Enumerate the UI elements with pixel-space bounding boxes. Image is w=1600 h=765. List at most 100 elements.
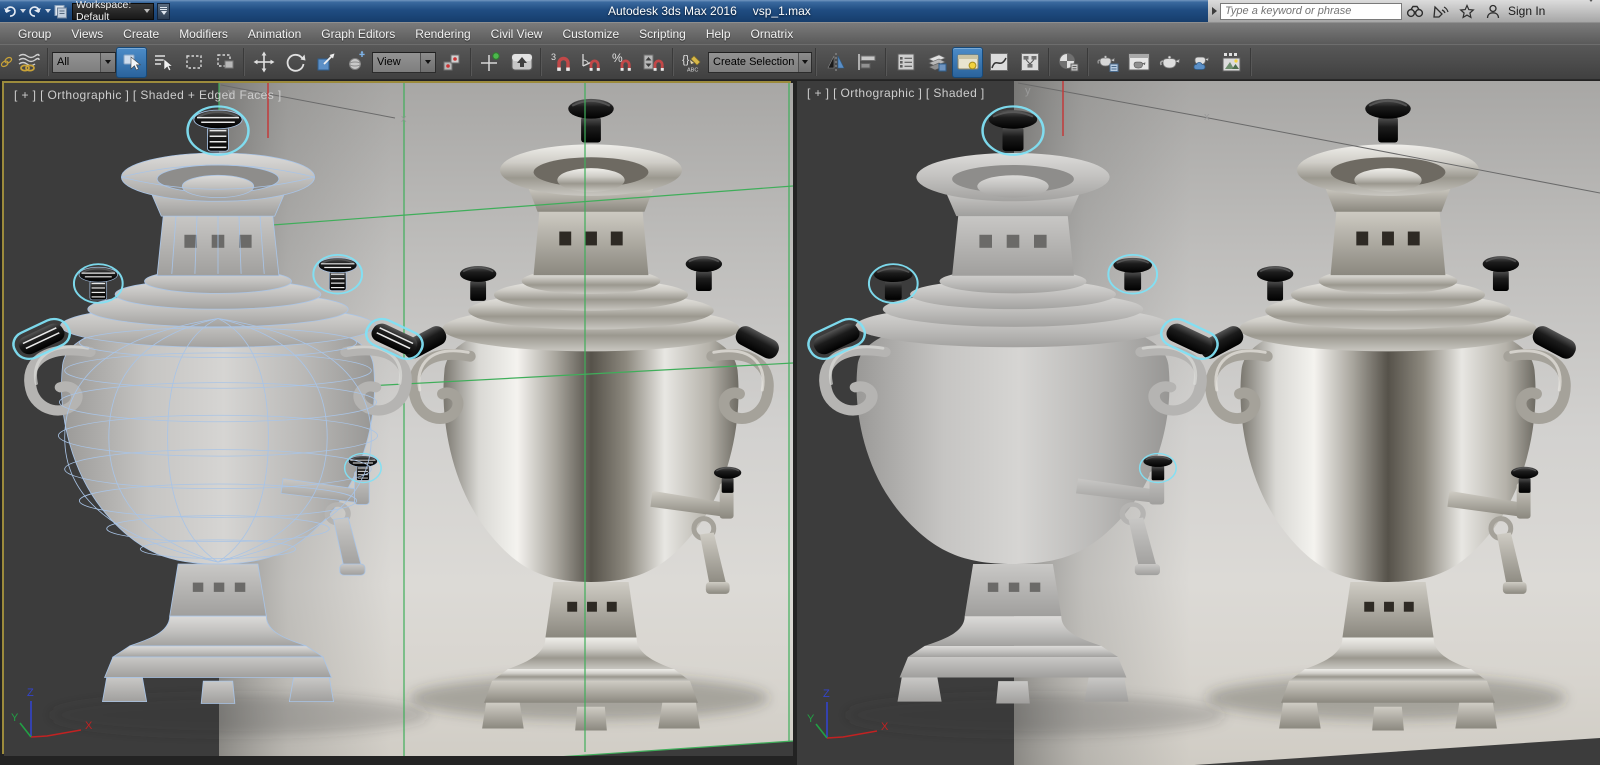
chevron-down-icon: [45, 9, 51, 13]
redo-dropdown[interactable]: [43, 2, 52, 20]
render-setup-button[interactable]: [1092, 47, 1123, 78]
snap-3d-magnet-icon: 3: [549, 51, 573, 73]
render-production-button[interactable]: [1154, 47, 1185, 78]
redo-icon: [28, 4, 42, 18]
use-pivot-point-center-button[interactable]: [436, 47, 467, 78]
move-icon: [253, 51, 275, 73]
select-and-move-button[interactable]: [248, 47, 279, 78]
search-button[interactable]: [1402, 0, 1428, 22]
select-object-button[interactable]: [116, 47, 147, 78]
link-icon: [0, 51, 13, 73]
render-in-cloud-button[interactable]: [1185, 47, 1216, 78]
viewport-right-orthographic[interactable]: y x Z X Y [ + ] [ Orthographic ] [ Shade…: [797, 81, 1600, 765]
toolbar-separator: [1048, 48, 1050, 76]
quick-access-customize-button[interactable]: [157, 3, 170, 20]
select-and-place-button[interactable]: [341, 47, 372, 78]
select-object-icon: [121, 51, 143, 73]
menu-customize[interactable]: Customize: [552, 23, 629, 45]
mirror-button[interactable]: [820, 47, 851, 78]
menu-rendering[interactable]: Rendering: [405, 23, 480, 45]
sign-in-button[interactable]: [1480, 0, 1506, 22]
spinner-snap-button[interactable]: [638, 47, 669, 78]
keyboard-shortcut-override-button[interactable]: [506, 47, 537, 78]
angle-snap-button[interactable]: [576, 47, 607, 78]
menu-animation[interactable]: Animation: [238, 23, 311, 45]
quick-access-toolbar: Workspace: Default: [2, 1, 170, 21]
communication-center-button[interactable]: [1428, 0, 1454, 22]
workspace-select[interactable]: Workspace: Default: [72, 3, 154, 20]
manage-layers-button[interactable]: [890, 47, 921, 78]
title-bar: Workspace: Default Autodesk 3ds Max 2016…: [0, 0, 1600, 22]
render-setup-teapot-icon: [1096, 51, 1120, 73]
file-name: vsp_1.max: [753, 4, 811, 18]
edit-named-selection-sets-button[interactable]: {}ABC: [677, 47, 708, 78]
arrow-right-icon: [1212, 7, 1217, 15]
undo-dropdown[interactable]: [18, 2, 27, 20]
menu-help[interactable]: Help: [696, 23, 741, 45]
select-by-name-icon: [152, 51, 174, 73]
select-and-scale-button[interactable]: [310, 47, 341, 78]
layer-list-icon: [895, 51, 917, 73]
infocenter-expand-button[interactable]: [1208, 0, 1220, 22]
chevron-down-icon: [420, 53, 435, 72]
svg-text:3: 3: [551, 52, 556, 62]
render-in-cloud-icon: [1189, 51, 1213, 73]
project-folder-icon: [53, 4, 68, 19]
undo-button[interactable]: [2, 2, 18, 20]
angle-snap-icon: [580, 51, 604, 73]
sign-in-label[interactable]: Sign In: [1508, 4, 1545, 18]
rendered-frame-window-icon: [1127, 51, 1151, 73]
toolbar-separator: [47, 48, 49, 76]
menu-views[interactable]: Views: [61, 23, 113, 45]
window-crossing-toggle-button[interactable]: [209, 47, 240, 78]
select-and-place-icon: [346, 51, 368, 73]
infocenter-menu-button[interactable]: [1588, 2, 1594, 20]
search-binoculars-icon: [1406, 4, 1424, 18]
chevron-down-icon: [1588, 0, 1594, 19]
align-button[interactable]: [851, 47, 882, 78]
chevron-down-icon: [100, 53, 115, 72]
axis-y-label: y: [1025, 85, 1031, 97]
percent-snap-icon: %: [611, 51, 635, 73]
toolbar-separator: [540, 48, 542, 76]
rendered-frame-window-button[interactable]: [1123, 47, 1154, 78]
redo-button[interactable]: [27, 2, 43, 20]
chevron-down-icon: [20, 9, 26, 13]
toggle-ribbon-button[interactable]: [952, 47, 983, 78]
select-by-name-button[interactable]: [147, 47, 178, 78]
menu-create[interactable]: Create: [113, 23, 169, 45]
menu-graph-editors[interactable]: Graph Editors: [311, 23, 405, 45]
select-and-rotate-button[interactable]: [279, 47, 310, 78]
snaps-toggle-button[interactable]: 3: [545, 47, 576, 78]
material-editor-button[interactable]: [1053, 47, 1084, 78]
toolbar-separator: [1087, 48, 1089, 76]
project-folder-button[interactable]: [52, 2, 68, 20]
search-input[interactable]: [1220, 3, 1402, 20]
rectangular-selection-region-button[interactable]: [178, 47, 209, 78]
reference-coordinate-system-select[interactable]: View: [372, 52, 436, 73]
gizmo-x-label: X: [85, 720, 93, 732]
gizmo-y-label: Y: [807, 713, 815, 725]
favorites-button[interactable]: [1454, 0, 1480, 22]
selection-filter-select[interactable]: All: [52, 52, 116, 73]
menu-civil-view[interactable]: Civil View: [481, 23, 553, 45]
select-and-link-button[interactable]: [0, 47, 13, 78]
viewport-left-orthographic[interactable]: y x Z X Y [ + ] [ Orthographic ] [ Shade…: [2, 81, 791, 754]
viewport-label[interactable]: [ + ] [ Orthographic ] [ Shaded + Edged …: [14, 88, 282, 102]
named-selection-sets-select[interactable]: Create Selection Se: [708, 52, 812, 73]
keyboard-override-icon: [510, 51, 534, 73]
bind-to-space-warp-button[interactable]: [13, 47, 44, 78]
viewport-left-scene: y x Z X Y [ + ] [ Orthographic ] [ Shade…: [4, 83, 793, 756]
menu-scripting[interactable]: Scripting: [629, 23, 696, 45]
select-and-manipulate-button[interactable]: [475, 47, 506, 78]
render-gallery-button[interactable]: [1216, 47, 1247, 78]
gizmo-x-label: X: [881, 721, 889, 733]
menu-ornatrix[interactable]: Ornatrix: [741, 23, 804, 45]
curve-editor-button[interactable]: [983, 47, 1014, 78]
percent-snap-button[interactable]: %: [607, 47, 638, 78]
toggle-scene-explorer-button[interactable]: [921, 47, 952, 78]
menu-modifiers[interactable]: Modifiers: [169, 23, 238, 45]
menu-group[interactable]: Group: [8, 23, 61, 45]
schematic-view-button[interactable]: [1014, 47, 1045, 78]
viewport-label[interactable]: [ + ] [ Orthographic ] [ Shaded ]: [807, 86, 985, 100]
